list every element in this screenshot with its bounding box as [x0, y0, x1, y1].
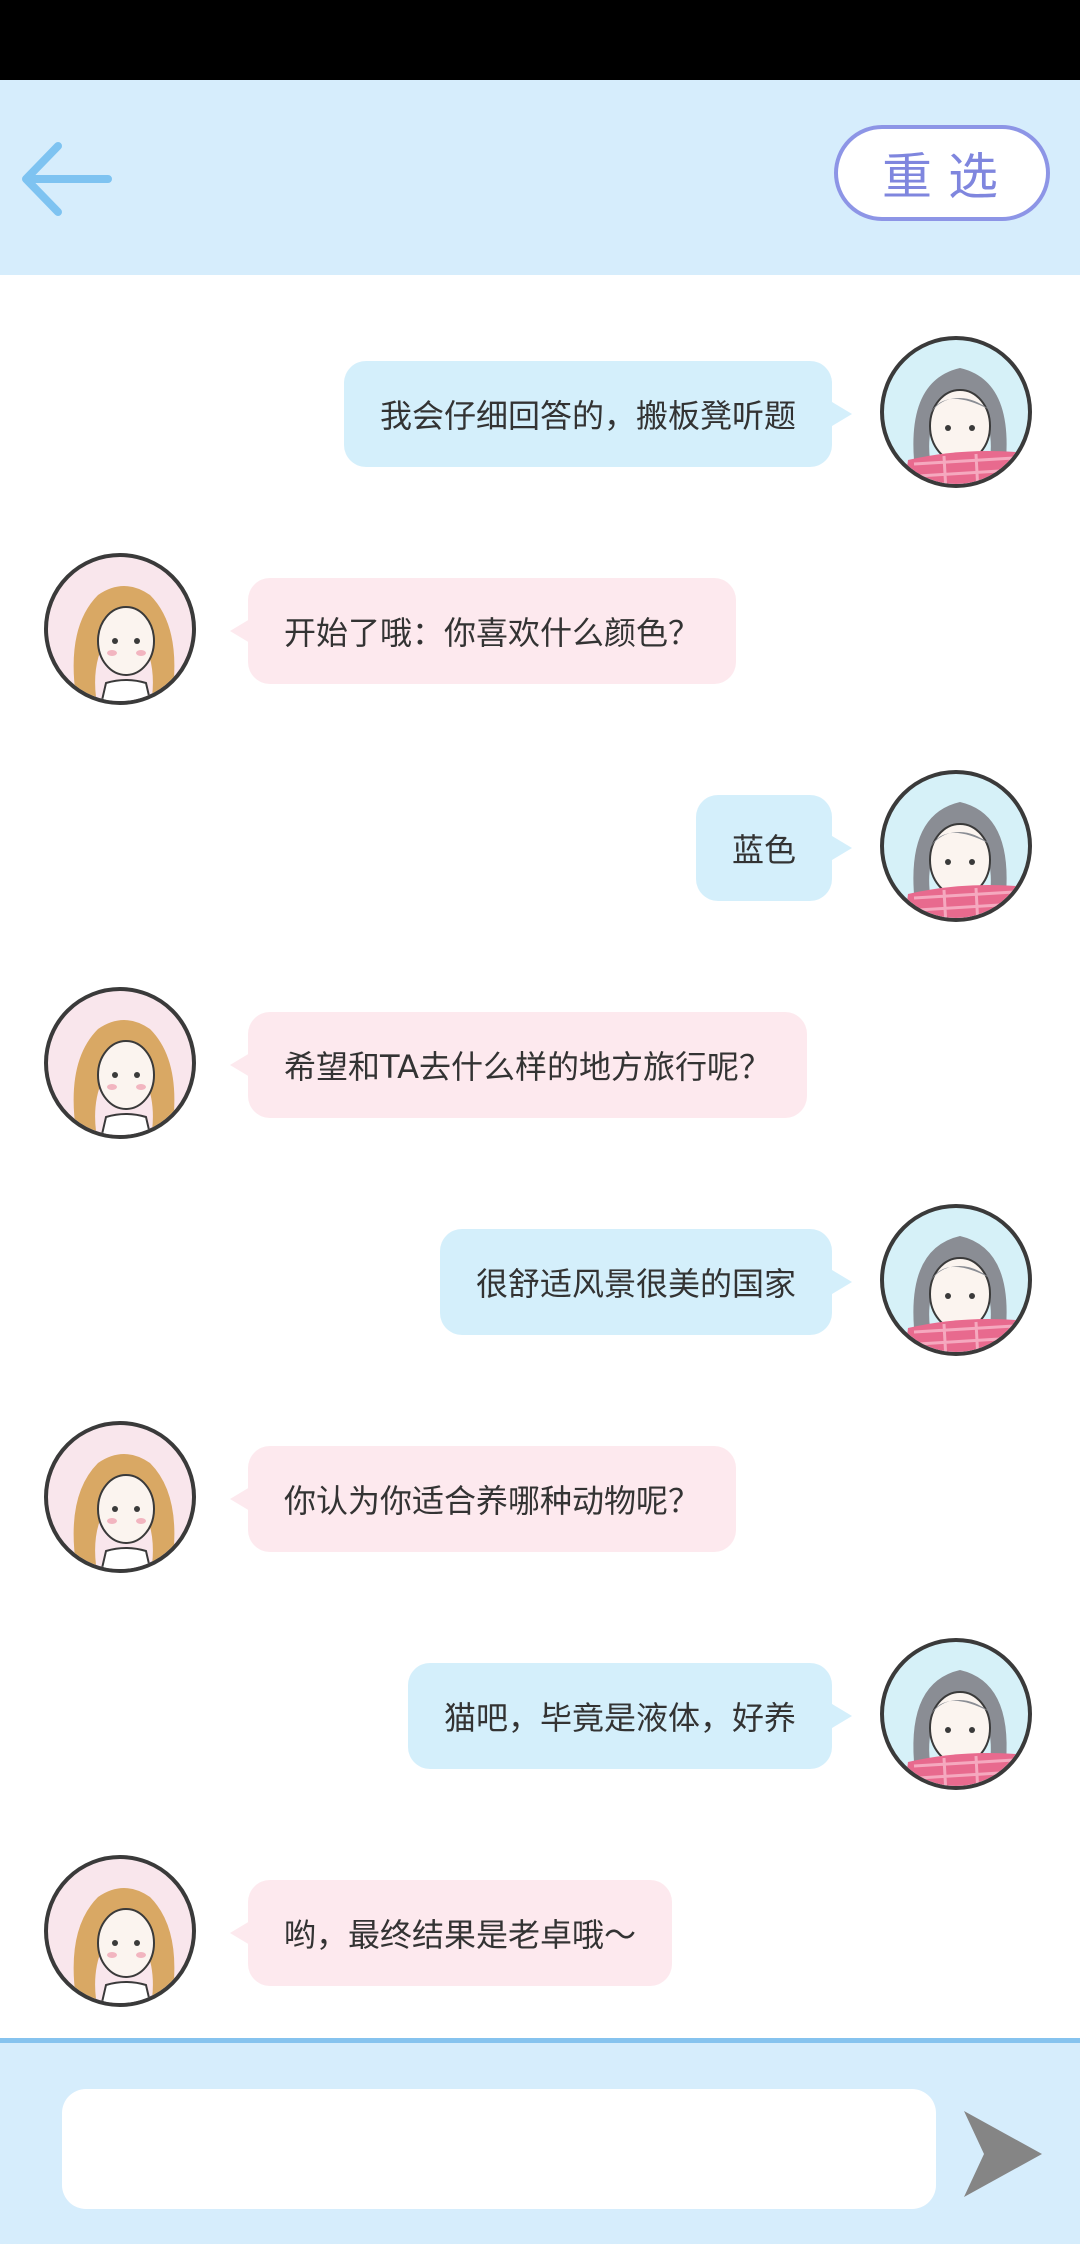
arrow-left-icon: [22, 142, 112, 216]
user-avatar[interactable]: [880, 336, 1032, 488]
message-input[interactable]: [62, 2089, 936, 2209]
user-message-bubble: 猫吧，毕竟是液体，好养: [407, 1663, 832, 1769]
message-row: 哟，最终结果是老卓哦～: [0, 1855, 1080, 2015]
chat-area[interactable]: 我会仔细回答的，搬板凳听题 开始了哦：你喜欢什么颜色？ 蓝色 希望和TA去什么样…: [0, 275, 1080, 2038]
user-avatar[interactable]: [880, 1204, 1032, 1356]
message-row: 很舒适风景很美的国家: [0, 1204, 1080, 1364]
host-avatar[interactable]: [44, 987, 196, 1139]
user-message-bubble: 蓝色: [695, 795, 832, 901]
host-message-bubble: 你认为你适合养哪种动物呢？: [248, 1446, 737, 1552]
host-avatar[interactable]: [44, 1855, 196, 2007]
host-message-bubble: 哟，最终结果是老卓哦～: [248, 1880, 673, 1986]
bubble-tail: [230, 1487, 250, 1511]
status-bar: [0, 0, 1080, 80]
bubble-tail: [832, 1270, 852, 1294]
send-arrow-icon: [964, 2111, 1042, 2197]
host-message-bubble: 开始了哦：你喜欢什么颜色？: [248, 578, 737, 684]
user-avatar[interactable]: [880, 770, 1032, 922]
host-avatar[interactable]: [44, 553, 196, 705]
user-avatar[interactable]: [880, 1638, 1032, 1790]
user-message-bubble: 我会仔细回答的，搬板凳听题: [343, 361, 832, 467]
message-row: 猫吧，毕竟是液体，好养: [0, 1638, 1080, 1798]
input-bar: [0, 2038, 1080, 2244]
message-row: 开始了哦：你喜欢什么颜色？: [0, 553, 1080, 713]
bubble-tail: [230, 1053, 250, 1077]
bubble-tail: [230, 1921, 250, 1945]
bubble-tail: [832, 836, 852, 860]
reselect-button[interactable]: 重选: [834, 125, 1050, 221]
back-button[interactable]: [18, 128, 118, 228]
message-row: 希望和TA去什么样的地方旅行呢？: [0, 987, 1080, 1147]
bubble-tail: [832, 1704, 852, 1728]
send-button[interactable]: [962, 2109, 1044, 2199]
message-row: 我会仔细回答的，搬板凳听题: [0, 336, 1080, 496]
top-bar: 重选: [0, 80, 1080, 275]
user-message-bubble: 很舒适风景很美的国家: [439, 1229, 832, 1335]
bubble-tail: [832, 402, 852, 426]
host-avatar[interactable]: [44, 1421, 196, 1573]
message-row: 蓝色: [0, 770, 1080, 930]
host-message-bubble: 希望和TA去什么样的地方旅行呢？: [248, 1012, 807, 1118]
message-row: 你认为你适合养哪种动物呢？: [0, 1421, 1080, 1581]
bubble-tail: [230, 619, 250, 643]
